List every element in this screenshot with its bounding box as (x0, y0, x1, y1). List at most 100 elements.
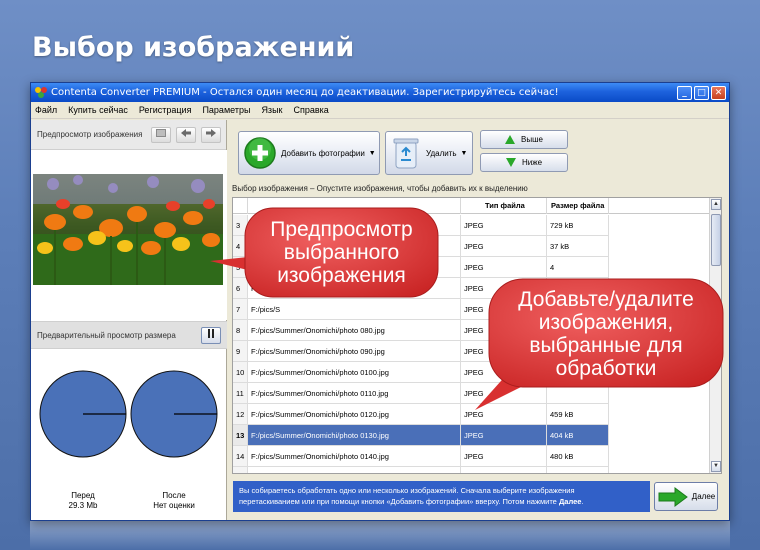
next-button[interactable]: Далее (654, 482, 718, 511)
file-path-cell: F:/pics/Summer/Onomichi/photo 0140.jpg (248, 446, 461, 467)
plus-circle-icon (244, 137, 276, 169)
add-photos-button[interactable]: Добавить фотографии ▼ (238, 131, 380, 175)
callout-preview-line-1: Предпросмотр (270, 218, 413, 241)
callout-add-line-3: выбранные для (529, 333, 683, 357)
before-label: Перед (71, 491, 95, 500)
menu-buy-now[interactable]: Купить сейчас (68, 105, 128, 115)
callout-add-line-2: изображения, (538, 310, 674, 334)
next-image-button[interactable] (201, 126, 221, 143)
callout-add-remove-text: Добавьте/удалите изображения, выбранные … (489, 277, 723, 390)
title-bar[interactable]: Contenta Converter PREMIUM - Остался оди… (31, 83, 729, 102)
file-path-cell: F:/pics/Summer/Onomichi/photo 0110.jpg (248, 383, 461, 404)
file-path-cell: F:/pics/Summer/Onomichi/photo 0150.jpg (248, 467, 461, 473)
row-number: 13 (233, 425, 248, 446)
pause-button[interactable] (201, 326, 221, 344)
callout-preview-text: Предпросмотр выбранного изображения (245, 205, 438, 300)
selection-instruction: Выбор изображения – Опустите изображения… (232, 184, 528, 193)
file-size-cell: 37 kB (547, 236, 609, 257)
close-button[interactable]: ✕ (711, 85, 726, 100)
file-type-cell: JPEG (461, 425, 547, 446)
previous-image-button[interactable] (176, 126, 196, 143)
row-number: 7 (233, 299, 248, 320)
file-type-cell: JPEG (461, 236, 547, 257)
file-path-cell: F:/pics/S (248, 299, 461, 320)
menu-language[interactable]: Язык (261, 105, 282, 115)
row-number: 8 (233, 320, 248, 341)
menu-help[interactable]: Справка (293, 105, 328, 115)
scroll-down-button[interactable]: ▼ (711, 461, 721, 472)
before-size-info: Перед 29.3 Mb (43, 491, 123, 511)
next-button-label: Далее (691, 492, 716, 501)
before-size-value: 29.3 Mb (68, 501, 98, 510)
table-row[interactable]: 14 F:/pics/Summer/Onomichi/photo 0140.jpg… (233, 446, 711, 467)
callout-preview-line-2: выбранного (283, 241, 400, 264)
header-file-size[interactable]: Размер файла (547, 198, 609, 214)
info-line-2: перетаскиванием или при помощи кнопки «Д… (239, 496, 644, 507)
file-size-cell: 480 kB (547, 446, 609, 467)
delete-button[interactable]: Удалить ▼ (385, 131, 473, 175)
file-size-cell (547, 467, 609, 473)
row-number: 15 (233, 467, 248, 473)
app-logo-icon (35, 86, 47, 99)
size-comparison-charts (39, 370, 218, 458)
after-label: После (162, 491, 186, 500)
row-number: 11 (233, 383, 248, 404)
menu-settings[interactable]: Параметры (202, 105, 250, 115)
file-type-cell: JPEG (461, 446, 547, 467)
callout-add-line-1: Добавьте/удалите (518, 287, 694, 311)
file-path-cell: F:/pics/Summer/Onomichi/photo 0130.jpg (248, 425, 461, 446)
file-type-cell: JPEG (461, 404, 547, 425)
file-size-cell: 459 kB (547, 404, 609, 425)
size-preview-header: Предварительный просмотр размера (31, 321, 227, 349)
size-preview-label: Предварительный просмотр размера (37, 330, 176, 340)
row-number: 14 (233, 446, 248, 467)
preview-label: Предпросмотр изображения (37, 130, 143, 139)
arrow-left-icon (181, 128, 191, 137)
info-line-1: Вы собираетесь обработать одно или неско… (239, 486, 575, 495)
scroll-up-button[interactable]: ▲ (711, 199, 721, 210)
file-size-cell: 404 kB (547, 425, 609, 446)
window-title: Contenta Converter PREMIUM - Остался оди… (51, 87, 559, 98)
move-up-label: Выше (521, 135, 543, 144)
callout-add-remove: Добавьте/удалите изображения, выбранные … (475, 277, 727, 410)
info-line-end: . (581, 497, 584, 506)
info-message: Вы собираетесь обработать одно или неско… (233, 481, 650, 512)
table-row[interactable]: 15F:/pics/Summer/Onomichi/photo 0150.jpg… (233, 467, 711, 473)
callout-preview-line-3: изображения (277, 264, 406, 287)
image-view-icon (156, 128, 166, 137)
slide-heading: Выбор изображений (32, 32, 355, 63)
table-row[interactable]: 13 F:/pics/Summer/Onomichi/photo 0130.jpg… (233, 425, 711, 446)
left-panel: Предпросмотр изображения Предварительный… (31, 120, 227, 520)
add-photos-dropdown-icon: ▼ (368, 149, 376, 157)
row-number: 9 (233, 341, 248, 362)
menu-file[interactable]: Файл (35, 105, 57, 115)
row-number: 10 (233, 362, 248, 383)
preview-header: Предпросмотр изображения (31, 120, 226, 150)
file-path-cell: F:/pics/Summer/Onomichi/photo 090.jpg (248, 341, 461, 362)
move-down-button[interactable]: Ниже (480, 153, 568, 172)
row-number: 12 (233, 404, 248, 425)
image-view-button[interactable] (151, 126, 171, 143)
header-file-type[interactable]: Тип файла (461, 198, 547, 214)
file-size-cell: 729 kB (547, 215, 609, 236)
arrow-down-icon (505, 158, 516, 167)
file-type-cell: JPEG (461, 467, 547, 473)
minimize-button[interactable]: _ (677, 85, 692, 100)
file-type-cell: JPEG (461, 257, 547, 278)
table-row[interactable]: 12 F:/pics/Summer/Onomichi/photo 0120.jpg… (233, 404, 711, 425)
delete-label: Удалить (426, 148, 457, 158)
arrow-right-icon (658, 486, 688, 507)
after-size-value: Нет оценки (153, 501, 195, 510)
scroll-thumb[interactable] (711, 214, 721, 266)
pause-icon (208, 328, 214, 338)
preview-image (33, 174, 223, 285)
maximize-button[interactable]: □ (694, 85, 709, 100)
add-photos-label: Добавить фотографии (281, 148, 365, 158)
info-next-word: Далее (558, 497, 582, 506)
recycle-bin-icon (393, 138, 419, 169)
move-up-button[interactable]: Выше (480, 130, 568, 149)
arrow-right-icon (206, 128, 216, 137)
callout-add-line-4: обработки (555, 356, 657, 380)
menu-registration[interactable]: Регистрация (139, 105, 192, 115)
file-size-cell: 4 (547, 257, 609, 278)
